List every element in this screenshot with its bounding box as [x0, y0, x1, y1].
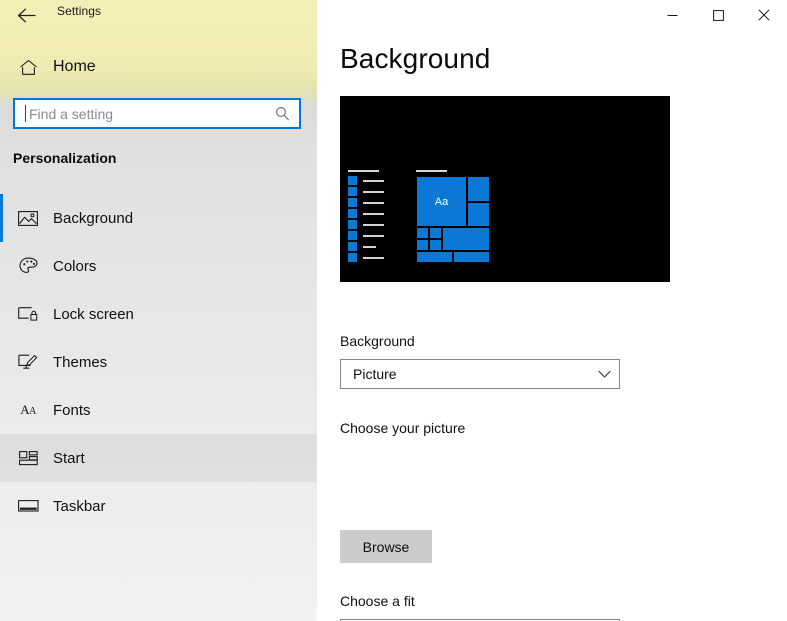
home-icon	[10, 59, 46, 76]
search-placeholder: Find a setting	[29, 105, 114, 122]
preview-app-label-bar	[363, 201, 384, 204]
preview-app-item	[348, 198, 384, 207]
sidebar-item-fonts-label: Fonts	[53, 401, 91, 419]
sidebar-item-start-label: Start	[53, 449, 85, 467]
sidebar-item-lock-screen[interactable]: Lock screen	[0, 290, 317, 338]
preview-tile	[429, 239, 442, 251]
taskbar-icon	[10, 499, 46, 513]
sidebar-item-start[interactable]: Start	[0, 434, 317, 482]
preview-app-icon	[348, 176, 357, 185]
lock-screen-icon	[10, 306, 46, 323]
text-caret	[25, 105, 26, 122]
preview-app-icon	[348, 242, 357, 251]
themes-icon	[10, 353, 46, 371]
sidebar-titlebar: Settings	[0, 0, 317, 30]
sidebar-nav: Background Colors Lock screen Themes AA …	[0, 194, 317, 530]
sidebar-item-background[interactable]: Background	[0, 194, 317, 242]
preview-tile	[416, 227, 429, 239]
preview-app-item	[348, 187, 384, 196]
preview-tile	[429, 227, 442, 239]
preview-tile	[416, 239, 429, 251]
preview-app-item	[348, 231, 384, 240]
preview-app-label-bar	[363, 256, 384, 259]
preview-tile-wide	[453, 251, 490, 263]
back-arrow-icon[interactable]	[13, 3, 39, 27]
preview-app-list	[348, 170, 384, 264]
preview-tiles-header-bar	[416, 170, 447, 172]
sidebar-category-title: Personalization	[13, 150, 117, 166]
sidebar-item-colors[interactable]: Colors	[0, 242, 317, 290]
preview-tile-wide	[442, 227, 490, 251]
browse-button[interactable]: Browse	[340, 530, 432, 563]
page-title: Background	[340, 43, 491, 74]
preview-tile-large: Aa	[416, 176, 467, 227]
close-button[interactable]	[741, 0, 787, 30]
chevron-down-icon	[589, 370, 619, 379]
preview-tile-grid: Aa	[416, 176, 490, 264]
palette-icon	[10, 257, 46, 275]
preview-app-label-bar	[363, 179, 384, 182]
preview-app-label-bar	[363, 212, 384, 215]
search-icon[interactable]	[269, 106, 295, 121]
preview-app-icon	[348, 198, 357, 207]
sidebar-item-home[interactable]: Home	[0, 48, 317, 86]
choose-picture-label: Choose your picture	[340, 420, 466, 436]
preview-app-icon	[348, 209, 357, 218]
preview-tile	[467, 202, 490, 227]
preview-app-label-bar	[363, 245, 376, 248]
sidebar-item-colors-label: Colors	[53, 257, 97, 275]
image-icon	[10, 210, 46, 227]
preview-app-item	[348, 209, 384, 218]
background-field-label: Background	[340, 333, 415, 349]
maximize-button[interactable]	[695, 0, 741, 30]
sidebar-item-fonts[interactable]: AA Fonts	[0, 386, 317, 434]
fonts-icon: AA	[20, 402, 36, 417]
preview-app-icon	[348, 231, 357, 240]
preview-tile-area: Aa	[416, 170, 490, 264]
sidebar-item-home-label: Home	[53, 58, 96, 75]
preview-app-item	[348, 176, 384, 185]
search-input[interactable]: Find a setting	[13, 98, 301, 129]
window-controls	[649, 0, 787, 30]
preview-app-label-bar	[363, 234, 384, 237]
preview-app-item	[348, 253, 384, 262]
minimize-button[interactable]	[649, 0, 695, 30]
background-type-dropdown[interactable]: Picture	[340, 359, 620, 389]
main-content: Background Aa Background Picture Choose …	[317, 0, 787, 621]
sidebar-item-taskbar-label: Taskbar	[53, 497, 106, 515]
preview-app-icon	[348, 220, 357, 229]
sidebar-item-taskbar[interactable]: Taskbar	[0, 482, 317, 530]
preview-app-item	[348, 220, 384, 229]
preview-tile	[467, 176, 490, 202]
preview-tile-wide	[416, 251, 453, 263]
sidebar-item-background-label: Background	[53, 209, 134, 227]
settings-window: Settings Home Find a setting Personaliza…	[0, 0, 787, 621]
preview-applist-header-bar	[348, 170, 379, 172]
preview-app-item	[348, 242, 384, 251]
choose-fit-label: Choose a fit	[340, 593, 415, 609]
sidebar-item-lock-screen-label: Lock screen	[53, 305, 134, 323]
background-preview: Aa	[340, 96, 670, 282]
background-type-value: Picture	[353, 366, 397, 382]
sidebar: Settings Home Find a setting Personaliza…	[0, 0, 317, 621]
preview-app-label-bar	[363, 190, 384, 193]
preview-app-label-bar	[363, 223, 384, 226]
window-title: Settings	[57, 4, 102, 18]
preview-app-icon	[348, 187, 357, 196]
preview-app-icon	[348, 253, 357, 262]
start-icon	[10, 450, 46, 466]
sidebar-item-themes[interactable]: Themes	[0, 338, 317, 386]
sidebar-item-themes-label: Themes	[53, 353, 108, 371]
